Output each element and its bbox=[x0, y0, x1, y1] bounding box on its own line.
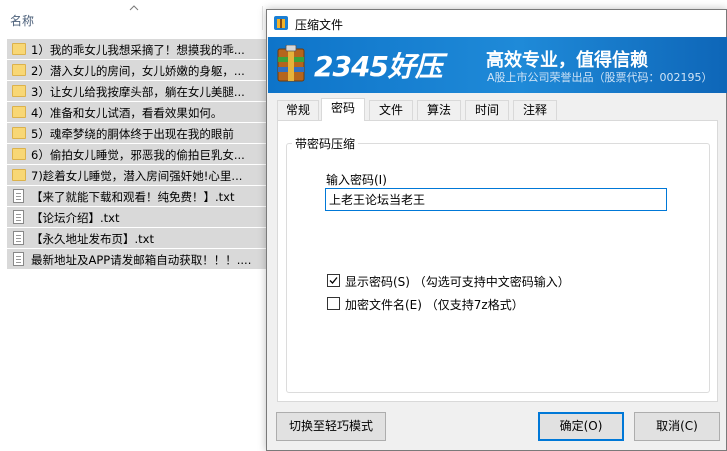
tab-password[interactable]: 密码 bbox=[321, 98, 365, 121]
tab-files[interactable]: 文件 bbox=[369, 100, 413, 120]
column-separator[interactable] bbox=[262, 6, 263, 30]
folder-icon bbox=[12, 85, 26, 97]
dialog-titlebar[interactable]: 压缩文件 bbox=[267, 10, 726, 37]
show-password-checkbox-box[interactable] bbox=[327, 274, 340, 287]
file-row[interactable]: 最新地址及APP请发邮箱自动获取！！！.... bbox=[7, 249, 267, 270]
folder-row[interactable]: 5）魂牵梦绕的胴体终于出现在我的眼前 bbox=[7, 123, 267, 144]
sort-ascending-icon bbox=[129, 5, 139, 11]
brand-subtitle: A股上市公司荣誉出品（股票代码：002195） bbox=[487, 71, 713, 84]
folder-row[interactable]: 6）偷拍女儿睡觉，邪恶我的偷拍巨乳女... bbox=[7, 144, 267, 165]
password-label: 输入密码(I) bbox=[326, 173, 387, 187]
file-list: 1）我的乖女儿我想采摘了！想摸我的乖... 2）潜入女儿的房间，女儿娇嫩的身躯，.… bbox=[7, 39, 267, 270]
folder-row[interactable]: 2）潜入女儿的房间，女儿娇嫩的身躯，... bbox=[7, 60, 267, 81]
dialog-title: 压缩文件 bbox=[295, 18, 344, 32]
encrypt-filenames-checkbox-box[interactable] bbox=[327, 297, 340, 310]
text-file-icon bbox=[12, 189, 26, 203]
file-name: 3）让女儿给我按摩头部，躺在女儿美腿... bbox=[31, 85, 245, 99]
file-name: 7)趁着女儿睡觉，潜入房间强奸她!心里... bbox=[31, 169, 243, 183]
file-name: 5）魂牵梦绕的胴体终于出现在我的眼前 bbox=[31, 127, 234, 141]
file-row[interactable]: 【永久地址发布页】.txt bbox=[7, 228, 267, 249]
tab-time[interactable]: 时间 bbox=[465, 100, 509, 120]
brand-banner: 2345好压 高效专业，值得信赖 A股上市公司荣誉出品（股票代码：002195） bbox=[268, 37, 727, 93]
folder-icon bbox=[12, 64, 26, 76]
folder-row[interactable]: 4）准备和女儿试酒，看看效果如何。 bbox=[7, 102, 267, 123]
show-password-label: 显示密码(S) （勾选可支持中文密码输入） bbox=[345, 275, 570, 289]
file-name: 1）我的乖女儿我想采摘了！想摸我的乖... bbox=[31, 43, 245, 57]
file-name: 最新地址及APP请发邮箱自动获取！！！.... bbox=[31, 253, 252, 267]
folder-row[interactable]: 7)趁着女儿睡觉，潜入房间强奸她!心里... bbox=[7, 165, 267, 186]
file-row[interactable]: 【来了就能下载和观看！纯免费！】.txt bbox=[7, 186, 267, 207]
text-file-icon bbox=[12, 210, 26, 224]
tab-comment[interactable]: 注释 bbox=[513, 100, 557, 120]
text-file-icon bbox=[12, 252, 26, 266]
dialog-tabs: 常规 密码 文件 算法 时间 注释 bbox=[277, 98, 717, 121]
file-name: 【来了就能下载和观看！纯免费！】.txt bbox=[31, 190, 235, 204]
password-group-title: 带密码压缩 bbox=[292, 135, 359, 152]
password-tab-panel: 带密码压缩 输入密码(I) 显示密码(S) （勾选可支持中文密码输入） 加密文件… bbox=[277, 120, 718, 402]
archive-app-icon bbox=[274, 16, 288, 30]
switch-light-mode-button[interactable]: 切换至轻巧模式 bbox=[276, 412, 386, 441]
folder-icon bbox=[12, 43, 26, 55]
file-name: 4）准备和女儿试酒，看看效果如何。 bbox=[31, 106, 223, 120]
column-name-header[interactable]: 名称 bbox=[10, 12, 34, 29]
folder-icon bbox=[12, 106, 26, 118]
compress-dialog: 压缩文件 2345好压 高效专业，值得信赖 A股上市公司荣誉出品（股票代码：00… bbox=[266, 9, 727, 451]
password-input[interactable] bbox=[325, 188, 667, 211]
encrypt-filenames-checkbox[interactable]: 加密文件名(E) （仅支持7z格式） bbox=[327, 296, 537, 312]
screen: 名称 1）我的乖女儿我想采摘了！想摸我的乖... 2）潜入女儿的房间，女儿娇嫩的身… bbox=[0, 0, 727, 451]
folder-icon bbox=[12, 169, 26, 181]
show-password-checkbox[interactable]: 显示密码(S) （勾选可支持中文密码输入） bbox=[327, 273, 587, 289]
ok-button[interactable]: 确定(O) bbox=[538, 412, 624, 441]
folder-row[interactable]: 1）我的乖女儿我想采摘了！想摸我的乖... bbox=[7, 39, 267, 60]
folder-icon bbox=[12, 148, 26, 160]
cancel-button[interactable]: 取消(C) bbox=[634, 412, 720, 441]
file-name: 【永久地址发布页】.txt bbox=[31, 232, 154, 246]
checkmark-icon bbox=[329, 277, 338, 284]
file-name: 【论坛介绍】.txt bbox=[31, 211, 120, 225]
file-row[interactable]: 【论坛介绍】.txt bbox=[7, 207, 267, 228]
file-name: 6）偷拍女儿睡觉，邪恶我的偷拍巨乳女... bbox=[31, 148, 245, 162]
archive-box-icon bbox=[277, 45, 305, 82]
folder-row[interactable]: 3）让女儿给我按摩头部，躺在女儿美腿... bbox=[7, 81, 267, 102]
tab-algorithm[interactable]: 算法 bbox=[417, 100, 461, 120]
encrypt-filenames-label: 加密文件名(E) （仅支持7z格式） bbox=[345, 298, 524, 312]
tab-general[interactable]: 常规 bbox=[277, 100, 319, 120]
text-file-icon bbox=[12, 231, 26, 245]
folder-icon bbox=[12, 127, 26, 139]
file-name: 2）潜入女儿的房间，女儿娇嫩的身躯，... bbox=[31, 64, 245, 78]
brand-name: 2345好压 bbox=[314, 50, 443, 83]
